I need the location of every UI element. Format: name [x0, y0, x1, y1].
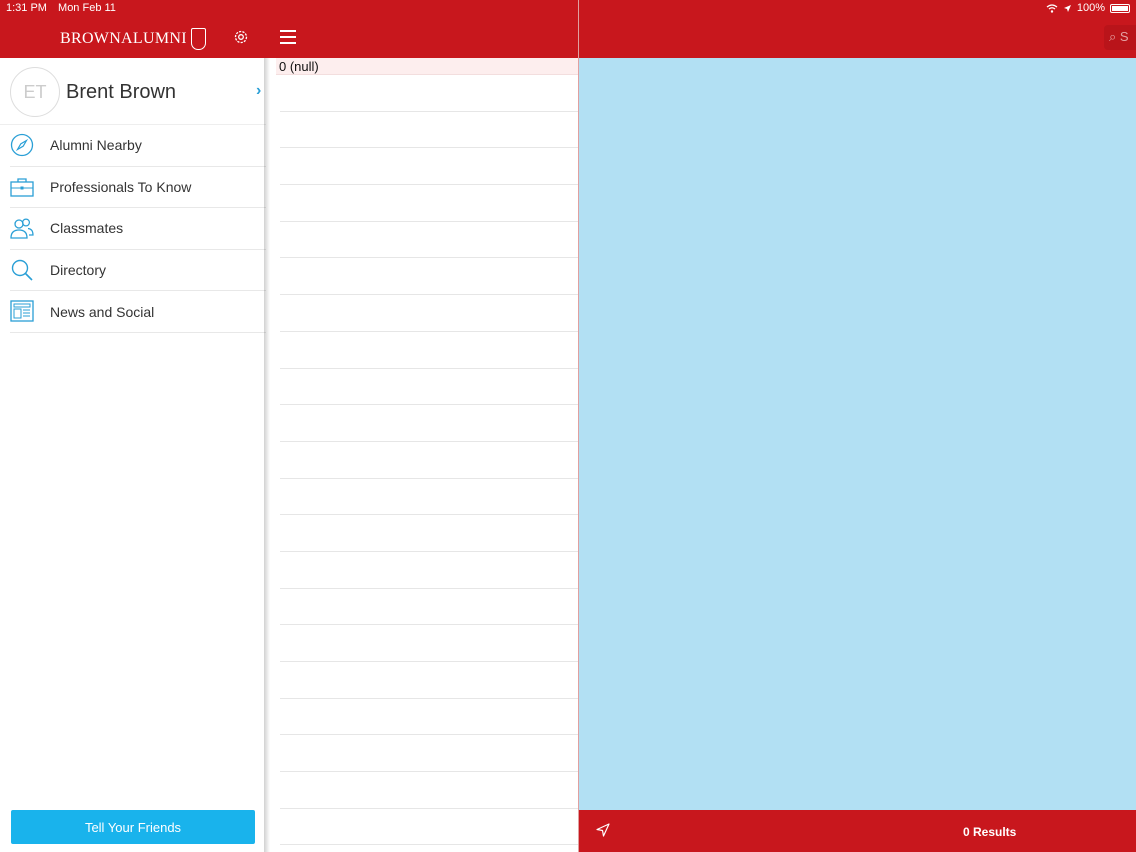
sidebar-item-label: News and Social [50, 303, 155, 320]
list-item [280, 369, 578, 406]
list-item [280, 332, 578, 369]
list-item [280, 185, 578, 222]
avatar: ET [10, 67, 60, 117]
search-placeholder: S [1119, 29, 1129, 44]
navigation-arrow-icon[interactable] [595, 822, 611, 838]
list-item [280, 295, 578, 332]
sidebar-menu: Alumni Nearby Professionals To Know Clas… [0, 125, 266, 333]
list-item [280, 552, 578, 589]
hamburger-menu-icon[interactable] [280, 30, 296, 44]
search-button[interactable]: ⌕ S [1104, 25, 1136, 50]
status-bar-right: 100% [1046, 2, 1130, 14]
sidebar-item-news-social[interactable]: News and Social [10, 291, 266, 333]
list-item [280, 589, 578, 626]
list-item [280, 442, 578, 479]
sidebar-item-label: Classmates [50, 220, 124, 237]
location-icon [1063, 4, 1071, 12]
wifi-icon [1046, 3, 1058, 13]
list-item [280, 222, 578, 259]
list-item [280, 479, 578, 516]
results-count: 0 Results [963, 825, 1017, 839]
list-item [280, 515, 578, 552]
sidebar-item-label: Directory [50, 262, 107, 279]
sidebar-item-label: Alumni Nearby [50, 137, 142, 154]
newspaper-icon [10, 300, 34, 323]
sidebar-item-alumni-nearby[interactable]: Alumni Nearby [10, 125, 266, 167]
list-item [280, 148, 578, 186]
app-root: 1:31 PM Mon Feb 11 100% BROWNALUMNI ET B… [0, 0, 1136, 852]
list-item [280, 405, 578, 442]
logo-text: BROWNALUMNI [60, 30, 187, 47]
list-item [280, 735, 578, 773]
sidebar-shadow [264, 58, 270, 852]
list-item [280, 809, 578, 846]
list-item [280, 662, 578, 699]
list-item [280, 625, 578, 662]
gear-icon[interactable] [232, 28, 250, 46]
profile-row[interactable]: ET Brent Brown › [0, 58, 266, 125]
list-item [280, 699, 578, 736]
list-item [280, 75, 578, 112]
sidebar-item-professionals[interactable]: Professionals To Know [10, 167, 266, 209]
list-item[interactable]: 0 (null) [276, 58, 578, 75]
crest-icon [190, 28, 206, 50]
list-item [280, 112, 578, 149]
sidebar-item-label: Professionals To Know [50, 178, 192, 195]
search-icon: ⌕ [1109, 29, 1117, 44]
people-icon [10, 218, 34, 239]
profile-name: Brent Brown [66, 81, 177, 103]
sidebar-item-classmates[interactable]: Classmates [10, 208, 266, 250]
list-item [280, 772, 578, 809]
sidebar: BROWNALUMNI ET Brent Brown › Alumni Near… [0, 0, 266, 852]
sidebar-item-directory[interactable]: Directory [10, 250, 266, 292]
battery-percent: 100% [1076, 2, 1105, 14]
chevron-right-icon: › [256, 82, 262, 99]
tell-your-friends-button[interactable]: Tell Your Friends [11, 810, 255, 844]
compass-icon [10, 133, 34, 157]
search-icon [11, 259, 33, 281]
bottom-bar [579, 810, 1136, 852]
list-item [280, 258, 578, 296]
briefcase-icon [10, 177, 34, 197]
map-view[interactable] [579, 58, 1136, 810]
results-list: 0 (null) [266, 58, 578, 852]
brown-alumni-logo: BROWNALUMNI [60, 24, 206, 54]
avatar-initials: ET [23, 81, 47, 102]
battery-icon [1110, 3, 1130, 13]
